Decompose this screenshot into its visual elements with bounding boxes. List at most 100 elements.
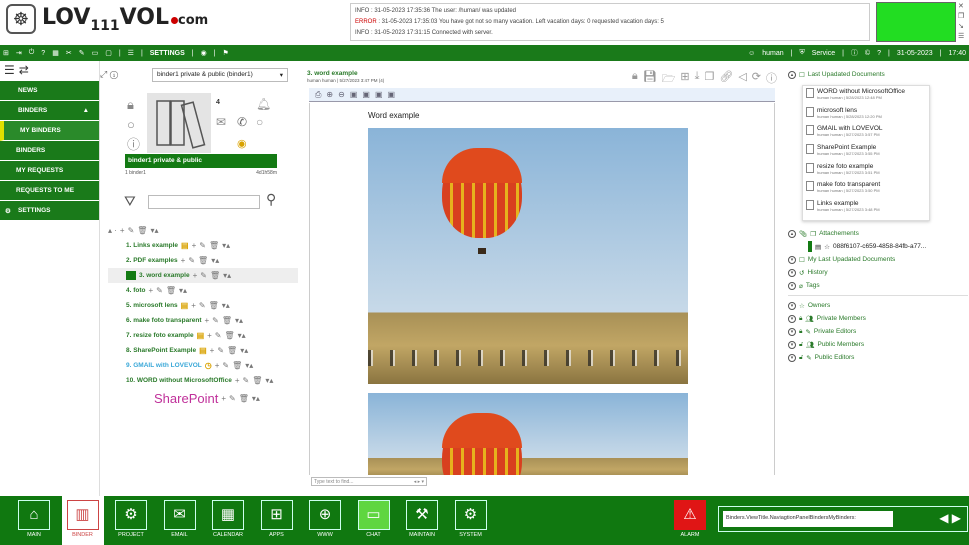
trash-icon[interactable]: 🗑︎ [232,361,242,370]
zoom-out-icon[interactable]: ⊖ [338,90,345,99]
trash-icon[interactable]: 🗑︎ [209,301,219,310]
alarm-button[interactable]: ⚠ ALARM [672,500,708,538]
bottom-button-project[interactable]: ⚙ PROJECT [113,500,149,538]
chrome-icon[interactable]: ◉ [201,49,207,57]
add-icon[interactable]: + [191,301,196,310]
trash-icon[interactable]: 🗑︎ [209,241,219,250]
folder-icon[interactable]: ▭ [92,49,99,57]
status-circle-icon[interactable]: ○ [256,115,263,129]
last-updated-item[interactable]: WORD without MicrosoftOffice human human … [803,86,929,105]
phone-icon[interactable]: ✆ [237,115,247,129]
bottom-button-binder[interactable]: ▥ BINDER [61,496,104,545]
trash-icon[interactable]: 🗑︎ [222,316,232,325]
tree-node[interactable]: 5. microsoft lens ▤ + ✎ 🗑︎ ▾▴ [108,298,298,313]
lock-icon[interactable]: 🔒︎ [127,95,140,115]
logout-icon[interactable]: ⇥ [16,49,22,57]
edit-icon[interactable]: ✎ [79,49,85,57]
bottom-button-email[interactable]: ✉ EMAIL [162,500,198,538]
binder-image[interactable] [147,93,211,153]
calculator-icon[interactable]: ▦ [52,49,59,57]
tree-node[interactable]: 1. Links example ▤ + ✎ 🗑︎ ▾▴ [108,238,298,253]
tree-node[interactable]: SharePoint + ✎ 🗑︎ ▾▴ [108,388,298,408]
copyright-icon[interactable]: © [865,50,870,57]
tree-node[interactable]: 2. PDF examples + ✎ 🗑︎ ▾▴ [108,253,298,268]
sort-icon[interactable]: ▾▴ [211,256,219,265]
flag-icon[interactable]: ⚑ [223,49,229,57]
edit-icon[interactable]: ✎ [222,361,229,370]
single-page-icon[interactable]: ▣ [375,90,383,99]
sort-icon[interactable]: ▾▴ [179,286,187,295]
last-updated-item[interactable]: SharePoint Example human human | 5/27/202… [803,142,929,161]
sort-icon[interactable]: ▾▴ [238,331,246,340]
binder-select[interactable]: binder1 private & public (binder1) ▾ [152,68,288,82]
trash-icon[interactable]: 🗑︎ [252,376,262,385]
owners-header[interactable]: ▾ ☆ Owners [788,299,968,312]
scissors-icon[interactable]: ✂ [66,49,72,57]
edit-icon[interactable]: ✎ [199,241,206,250]
sidebar-item-news[interactable]: NEWS [0,81,99,101]
last-updated-item[interactable]: GMAIL with LOVEVOL human human | 5/27/202… [803,123,929,142]
add-icon[interactable]: + [193,271,198,280]
find-input[interactable]: Type text to find... ◂ ▸ ▾ [311,477,427,486]
last-updated-item[interactable]: resize foto example human human | 5/27/20… [803,161,929,180]
info-icon[interactable]: ⓘ [766,70,777,89]
bottom-button-chat[interactable]: ▭ CHAT [356,500,392,538]
sort-icon[interactable]: ▾▴ [223,271,231,280]
fit-width-icon[interactable]: ▣ [362,90,370,99]
trash-icon[interactable]: 🗑︎ [227,346,237,355]
filter-input[interactable] [148,195,260,209]
my-last-updated-header[interactable]: ▾ ☐ My Last Upadated Documents [788,253,968,266]
last-updated-header[interactable]: ▴ ☐ Last Upadated Documents [788,68,968,81]
zoom-in-icon[interactable]: ⊕ [326,90,333,99]
help-circle-icon[interactable]: ? [877,50,881,57]
edit-icon[interactable]: ✎ [217,346,224,355]
power-icon[interactable]: ⏻ [29,49,35,57]
circle-icon[interactable]: ○ [127,115,140,135]
bottom-button-main[interactable]: ⌂ MAIN [16,500,52,538]
sort-icon[interactable]: ▾▴ [235,316,243,325]
list-icon[interactable]: ☰ [128,49,134,57]
document-page[interactable]: Word example [309,103,775,475]
grid-icon[interactable]: ⊞ [3,49,9,57]
trash-icon[interactable]: 🗑︎ [239,394,249,403]
public-members-header[interactable]: ▾ 🔓︎ 👥︎ Public Members [788,338,968,351]
tree-node[interactable]: 7. resize foto example ▤ + ✎ 🗑︎ ▾▴ [108,328,298,343]
sidebar-item-binders-list[interactable]: BINDERS [0,141,99,161]
history-header[interactable]: ▾ ↺ History [788,266,968,279]
folder-open-icon[interactable]: 🗁 [662,70,676,89]
trash-icon[interactable]: 🗑︎ [198,256,208,265]
tree-node[interactable]: 4. foto + ✎ 🗑︎ ▾▴ [108,283,298,298]
service-link[interactable]: Service [812,50,835,57]
share-icon[interactable]: ◁ [738,70,746,89]
bottom-button-calendar[interactable]: ▦ CALENDAR [210,500,246,538]
info-icon[interactable]: ⓘ [127,135,140,155]
last-updated-item[interactable]: make foto transparent human human | 5/27/… [803,179,929,198]
clock-icon[interactable]: ◷ [205,361,212,370]
help-icon[interactable]: ? [41,50,45,57]
link-icon[interactable]: 🔗︎ [719,70,733,89]
swap-icon[interactable]: ⇄ [19,63,29,79]
note-icon[interactable]: ▤ [181,301,189,310]
sidebar-item-settings[interactable]: ⚙ SETTINGS [0,201,99,221]
nav-path-field[interactable]: Binders.ViewTitle.NaviagtionPanelBinders… [723,511,893,527]
attachment-item[interactable]: ▤ ☆ 088f6107-c659-4858-84fb-a77... [788,240,968,253]
private-members-header[interactable]: ▾ 🔒︎ 👥︎ Private Members [788,312,968,325]
add-icon[interactable]: + [149,286,154,295]
sort-icon[interactable]: ▾▴ [240,346,248,355]
trash-icon[interactable]: 🗑︎ [166,286,176,295]
tree-node[interactable]: 3. word example + ✎ 🗑︎ ▾▴ [108,268,298,283]
lock-icon[interactable]: 🔒︎ [632,70,638,89]
last-updated-item[interactable]: microsoft lens human human | 5/28/2023 12… [803,105,929,124]
add-icon[interactable]: + [210,346,215,355]
user-name[interactable]: human [762,50,783,57]
binder-name[interactable]: binder1 private & public [125,154,277,168]
edit-icon[interactable]: ✎ [156,286,163,295]
add-icon[interactable]: + [192,241,197,250]
sidebar-item-binders[interactable]: BINDERS ▲ [0,101,99,121]
trash-icon[interactable]: 🗑︎ [225,331,235,340]
sort-icon[interactable]: ▾▴ [245,361,253,370]
attachments-header[interactable]: ▴ 📎︎ ❐ Attachements [788,227,968,240]
public-editors-header[interactable]: ▾ 🔓︎ ✎ Public Editors [788,351,968,364]
expand-icon[interactable]: ⤢ ⓘ [100,69,118,80]
bottom-button-maintain[interactable]: ⚒ MAINTAIN [404,500,440,538]
